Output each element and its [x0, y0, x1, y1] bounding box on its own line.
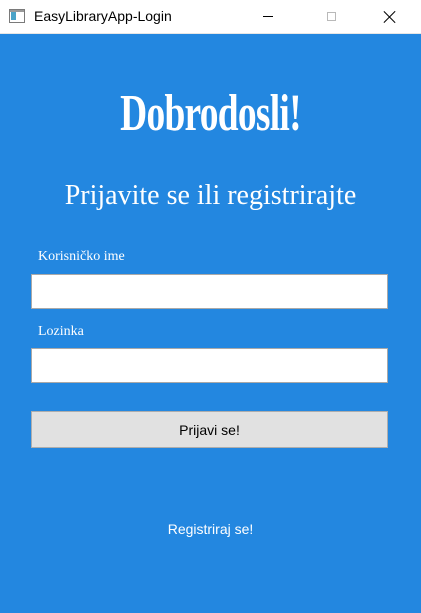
login-panel: Dobrodosli! Prijavite se ili registriraj…	[0, 34, 421, 613]
maximize-icon	[326, 12, 336, 21]
app-window-icon	[9, 9, 25, 23]
minimize-button[interactable]	[245, 0, 291, 33]
login-subtitle: Prijavite se ili registrirajte	[64, 180, 357, 211]
login-window: EasyLibraryApp-Login Dobrodosli! Prijavi…	[0, 0, 421, 613]
password-field[interactable]	[31, 348, 388, 383]
title-bar[interactable]: EasyLibraryApp-Login	[0, 0, 421, 34]
username-field[interactable]	[31, 274, 388, 309]
register-link[interactable]: Registriraj se!	[0, 521, 421, 537]
password-label: Lozinka	[38, 324, 84, 339]
minimize-icon	[263, 16, 273, 17]
login-button[interactable]: Prijavi se!	[31, 411, 388, 448]
maximize-button[interactable]	[308, 0, 354, 33]
close-icon	[383, 10, 397, 24]
window-title: EasyLibraryApp-Login	[34, 8, 172, 24]
close-button[interactable]	[367, 0, 413, 33]
username-label: Korisničko ime	[38, 249, 125, 264]
welcome-heading: Dobrodosli!	[120, 85, 301, 142]
